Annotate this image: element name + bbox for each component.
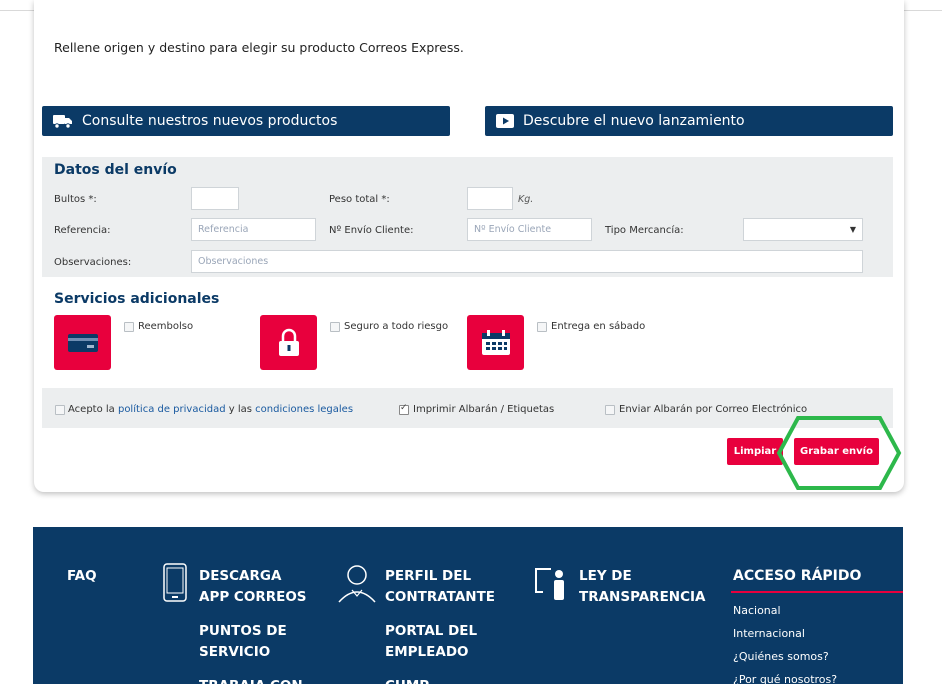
quick-access-divider xyxy=(731,591,903,593)
reembolso-checkbox[interactable] xyxy=(124,322,134,332)
email-albaran-checkbox[interactable] xyxy=(605,405,615,415)
quick-link-nacional[interactable]: Nacional xyxy=(733,604,781,617)
new-products-label: Consulte nuestros nuevos productos xyxy=(82,113,338,129)
download-app-link[interactable]: DESCARGA APP CORREOS xyxy=(199,566,307,608)
observaciones-input[interactable]: Observaciones xyxy=(191,250,863,273)
entrega-sabado-checkbox[interactable] xyxy=(537,322,547,332)
print-label-text: Imprimir Albarán / Etiquetas xyxy=(413,404,555,415)
peso-input[interactable] xyxy=(467,187,513,210)
download-app-line2: APP CORREOS xyxy=(199,589,307,605)
tipo-mercancia-label: Tipo Mercancía: xyxy=(605,225,684,236)
contractor-profile-line2: CONTRATANTE xyxy=(385,589,496,605)
entrega-sabado-label: Entrega en sábado xyxy=(551,321,646,332)
transparency-law-line2: TRANSPARENCIA xyxy=(579,589,706,605)
compliance-link[interactable]: CUMP xyxy=(385,676,429,684)
intro-text: Rellene origen y destino para elegir su … xyxy=(54,40,464,55)
service-points-link[interactable]: PUNTOS DE SERVICIO xyxy=(199,621,287,663)
quick-link-internacional[interactable]: Internacional xyxy=(733,627,805,640)
observaciones-label: Observaciones: xyxy=(54,257,132,268)
service-points-line2: SERVICIO xyxy=(199,644,271,660)
seguro-checkbox[interactable] xyxy=(330,322,340,332)
accept-prefix: Acepto la xyxy=(68,404,118,415)
play-icon xyxy=(495,113,515,129)
padlock-icon xyxy=(260,315,317,370)
credit-card-icon xyxy=(54,315,111,370)
legal-conditions-link[interactable]: condiciones legales xyxy=(255,404,353,415)
service-points-line1: PUNTOS DE xyxy=(199,623,287,639)
bultos-input[interactable] xyxy=(191,187,239,210)
contractor-profile-link[interactable]: PERFIL DEL CONTRATANTE xyxy=(385,566,495,608)
print-label-checkbox[interactable] xyxy=(399,403,409,415)
employee-portal-line2: EMPLEADO xyxy=(385,644,469,660)
chevron-down-icon: ▼ xyxy=(849,225,856,234)
highlight-annotation xyxy=(776,416,902,490)
accept-middle: y las xyxy=(225,404,256,415)
reembolso-label: Reembolso xyxy=(138,321,194,332)
faq-link[interactable]: FAQ xyxy=(67,566,97,587)
bultos-label: Bultos *: xyxy=(54,194,97,205)
contractor-profile-line1: PERFIL DEL xyxy=(385,568,472,584)
shipment-data-title: Datos del envío xyxy=(54,162,177,178)
employee-portal-link[interactable]: PORTAL DEL EMPLEADO xyxy=(385,621,477,663)
calendar-icon xyxy=(467,315,524,370)
clear-button[interactable]: Limpiar xyxy=(727,438,783,465)
email-albaran-text: Enviar Albarán por Correo Electrónico xyxy=(619,404,808,415)
new-launch-button[interactable]: Descubre el nuevo lanzamiento xyxy=(485,106,893,136)
peso-unit: Kg. xyxy=(518,194,534,205)
tipo-mercancia-select[interactable]: ▼ xyxy=(743,218,863,241)
referencia-input[interactable]: Referencia xyxy=(191,218,316,241)
truck-icon xyxy=(52,113,74,129)
mobile-phone-icon xyxy=(162,563,188,607)
new-products-button[interactable]: Consulte nuestros nuevos productos xyxy=(42,106,450,136)
envio-cliente-label: Nº Envío Cliente: xyxy=(329,225,414,236)
quick-link-why-us[interactable]: ¿Por qué nosotros? xyxy=(733,673,837,684)
quick-access-title: ACCESO RÁPIDO xyxy=(733,568,862,584)
quick-link-about[interactable]: ¿Quiénes somos? xyxy=(733,650,829,663)
accept-terms-checkbox[interactable] xyxy=(55,405,65,415)
accept-terms-text: Acepto la política de privacidad y las c… xyxy=(68,404,353,415)
peso-label: Peso total *: xyxy=(329,194,390,205)
employee-portal-line1: PORTAL DEL xyxy=(385,623,478,639)
transparency-icon xyxy=(533,566,571,606)
user-profile-icon xyxy=(336,562,378,608)
envio-cliente-input[interactable]: Nº Envío Cliente xyxy=(467,218,592,241)
work-with-us-link[interactable]: TRABAJA CON xyxy=(199,676,303,684)
privacy-policy-link[interactable]: política de privacidad xyxy=(118,404,226,415)
seguro-label: Seguro a todo riesgo xyxy=(344,321,449,332)
download-app-line1: DESCARGA xyxy=(199,568,282,584)
transparency-law-line1: LEY DE xyxy=(579,568,632,584)
additional-services-title: Servicios adicionales xyxy=(54,291,220,307)
referencia-label: Referencia: xyxy=(54,225,111,236)
new-launch-label: Descubre el nuevo lanzamiento xyxy=(523,113,745,129)
transparency-law-link[interactable]: LEY DE TRANSPARENCIA xyxy=(579,566,705,608)
